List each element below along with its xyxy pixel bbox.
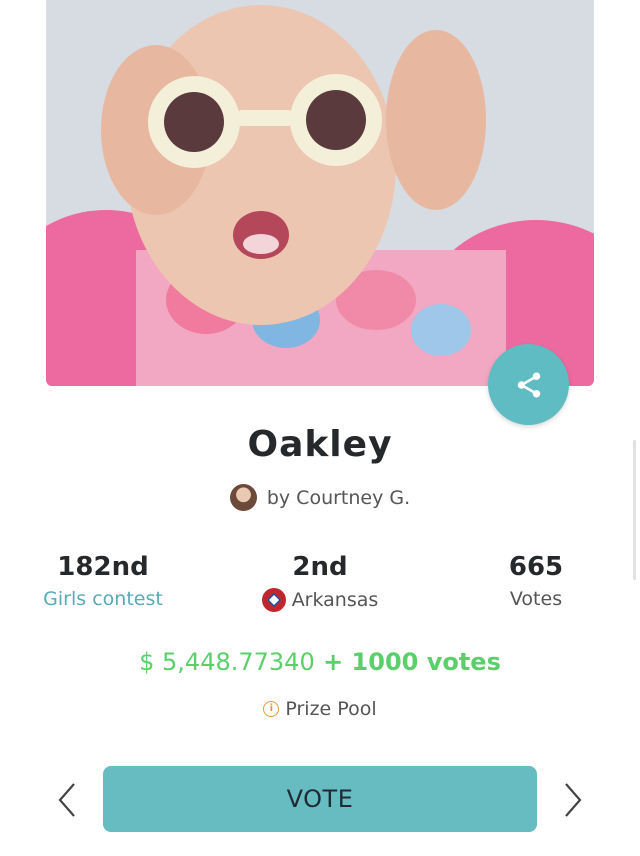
state-label: Arkansas [291,589,379,611]
prize-line: $ 5,448.77340 + 1000 votes [0,648,640,676]
scrollbar[interactable] [633,440,636,580]
next-entry-button[interactable] [560,780,584,820]
contest-photo [46,0,594,386]
chevron-left-icon [58,783,75,817]
vote-button[interactable]: VOTE [103,766,537,832]
arkansas-flag-icon [261,588,286,612]
state-rank-value: 2nd [292,552,348,582]
contest-rank-stat: 182nd Girls contest [30,552,176,610]
state-label-row: Arkansas [240,588,400,612]
votes-stat: 665 Votes [490,552,582,610]
entry-name: Oakley [247,424,393,465]
prize-amount: $ 5,448.77340 [139,648,315,676]
prize-plus: + [314,648,352,676]
prize-votes-bonus: 1000 votes [351,648,501,676]
share-icon [517,372,540,397]
previous-entry-button[interactable] [56,780,80,820]
state-rank-stat: 2nd Arkansas [240,552,400,612]
votes-label: Votes [509,588,563,610]
author-avatar [229,484,257,511]
prize-pool-info[interactable]: i Prize Pool [0,698,640,720]
contest-link[interactable]: Girls contest [30,588,176,610]
share-button[interactable] [488,344,569,425]
contest-rank-value: 182nd [57,552,149,582]
chevron-right-icon [565,783,582,817]
author-name: by Courtney G. [266,486,411,509]
baby-photo-illustration [46,0,594,386]
author-line[interactable]: by Courtney G. [0,484,640,511]
votes-count: 665 [508,552,564,582]
prize-pool-label: Prize Pool [285,698,377,720]
info-icon: i [263,701,280,717]
